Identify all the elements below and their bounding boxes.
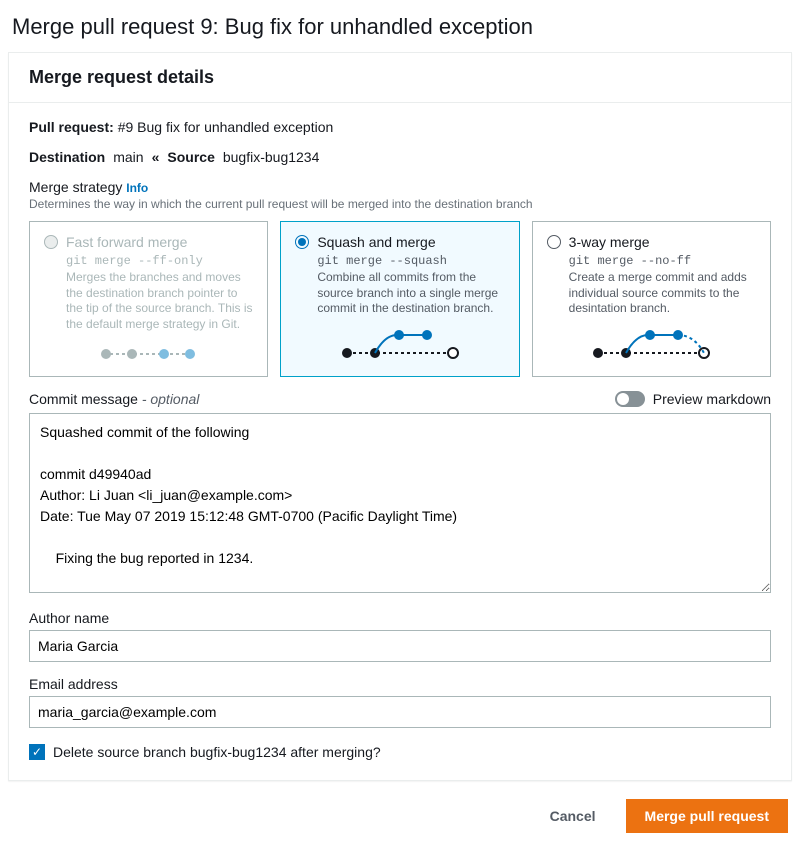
strategy-desc: Merges the branches and moves the destin… [66,270,253,332]
pull-request-number: #9 [118,119,134,135]
check-icon: ✓ [32,746,42,758]
merge-button[interactable]: Merge pull request [626,799,788,833]
strategy-code: git merge --squash [317,254,504,268]
branch-line: Destination main « Source bugfix-bug1234 [29,149,771,165]
source-branch: bugfix-bug1234 [223,149,320,165]
delete-branch-checkbox[interactable]: ✓ [29,744,45,760]
author-name-label: Author name [29,610,771,626]
radio-3way[interactable] [547,235,561,249]
email-label: Email address [29,676,771,692]
merge-strategy-section: Merge strategy Info Determines the way i… [29,179,771,377]
merge-details-panel: Merge request details Pull request: #9 B… [8,52,792,781]
commit-optional-label: - optional [142,391,200,407]
strategy-desc: Create a merge commit and adds individua… [569,270,756,317]
email-input[interactable] [29,696,771,728]
threeway-diagram-icon [547,327,756,361]
chevron-left-icon: « [152,149,160,165]
strategy-fast-forward: Fast forward merge git merge --ff-only M… [29,221,268,377]
radio-squash[interactable] [295,235,309,249]
strategy-code: git merge --ff-only [66,254,253,268]
strategy-desc: Combine all commits from the source bran… [317,270,504,317]
squash-diagram-icon [295,327,504,361]
radio-fast-forward [44,235,58,249]
ff-diagram-icon [44,342,253,366]
merge-strategy-help: Determines the way in which the current … [29,197,771,211]
pull-request-label: Pull request: [29,119,114,135]
commit-message-label: Commit message [29,391,138,407]
panel-title: Merge request details [9,53,791,103]
strategy-title: Fast forward merge [66,234,187,250]
delete-branch-label: Delete source branch bugfix-bug1234 afte… [53,744,381,760]
strategy-code: git merge --no-ff [569,254,756,268]
pull-request-line: Pull request: #9 Bug fix for unhandled e… [29,119,771,135]
destination-branch: main [113,149,143,165]
strategy-title: 3-way merge [569,234,650,250]
strategy-title: Squash and merge [317,234,435,250]
preview-markdown-label: Preview markdown [653,391,771,407]
toggle-icon[interactable] [615,391,645,407]
source-label: Source [167,149,214,165]
page-title: Merge pull request 9: Bug fix for unhand… [12,14,792,40]
strategy-3way[interactable]: 3-way merge git merge --no-ff Create a m… [532,221,771,377]
author-name-input[interactable] [29,630,771,662]
info-link[interactable]: Info [126,181,148,195]
cancel-button[interactable]: Cancel [532,799,614,833]
merge-strategy-label: Merge strategy [29,179,122,195]
preview-markdown-toggle[interactable]: Preview markdown [615,391,771,407]
destination-label: Destination [29,149,105,165]
commit-message-input[interactable] [29,413,771,593]
pull-request-title: Bug fix for unhandled exception [137,119,333,135]
strategy-squash[interactable]: Squash and merge git merge --squash Comb… [280,221,519,377]
